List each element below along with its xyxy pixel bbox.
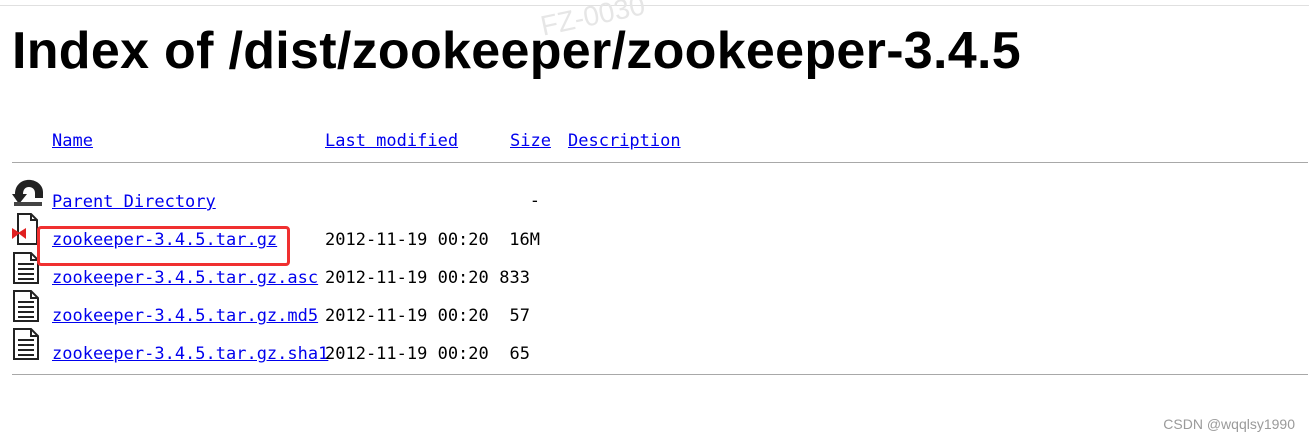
file-size: - xyxy=(529,191,540,211)
list-item: Parent Directory - xyxy=(0,176,1309,214)
file-size: 833 xyxy=(499,268,530,288)
file-size: 16M xyxy=(509,230,540,250)
column-header-name[interactable]: Name xyxy=(52,128,93,154)
highlight-annotation-box xyxy=(37,226,290,266)
column-header-size[interactable]: Size xyxy=(510,128,551,154)
file-link-sha1[interactable]: zookeeper-3.4.5.tar.gz.sha1 xyxy=(52,341,328,367)
top-divider xyxy=(0,5,1309,6)
list-item: zookeeper-3.4.5.tar.gz.sha1 2012-11-19 0… xyxy=(0,327,1309,365)
column-header-last-modified[interactable]: Last modified xyxy=(325,128,458,154)
csdn-watermark: CSDN @wqqlsy1990 xyxy=(1163,416,1295,432)
list-item: zookeeper-3.4.5.tar.gz.md5 2012-11-19 00… xyxy=(0,289,1309,327)
file-size: 65 xyxy=(509,344,530,364)
header-divider xyxy=(12,162,1308,163)
text-file-icon xyxy=(12,289,42,323)
column-header-description[interactable]: Description xyxy=(568,128,681,154)
file-size: 57 xyxy=(509,306,530,326)
footer-divider xyxy=(12,374,1308,375)
file-link-md5[interactable]: zookeeper-3.4.5.tar.gz.md5 xyxy=(52,303,318,329)
back-arrow-icon xyxy=(12,176,43,210)
page-title: Index of /dist/zookeeper/zookeeper-3.4.5 xyxy=(12,22,1021,80)
file-link-asc[interactable]: zookeeper-3.4.5.tar.gz.asc xyxy=(52,265,318,291)
text-file-icon xyxy=(12,327,42,361)
